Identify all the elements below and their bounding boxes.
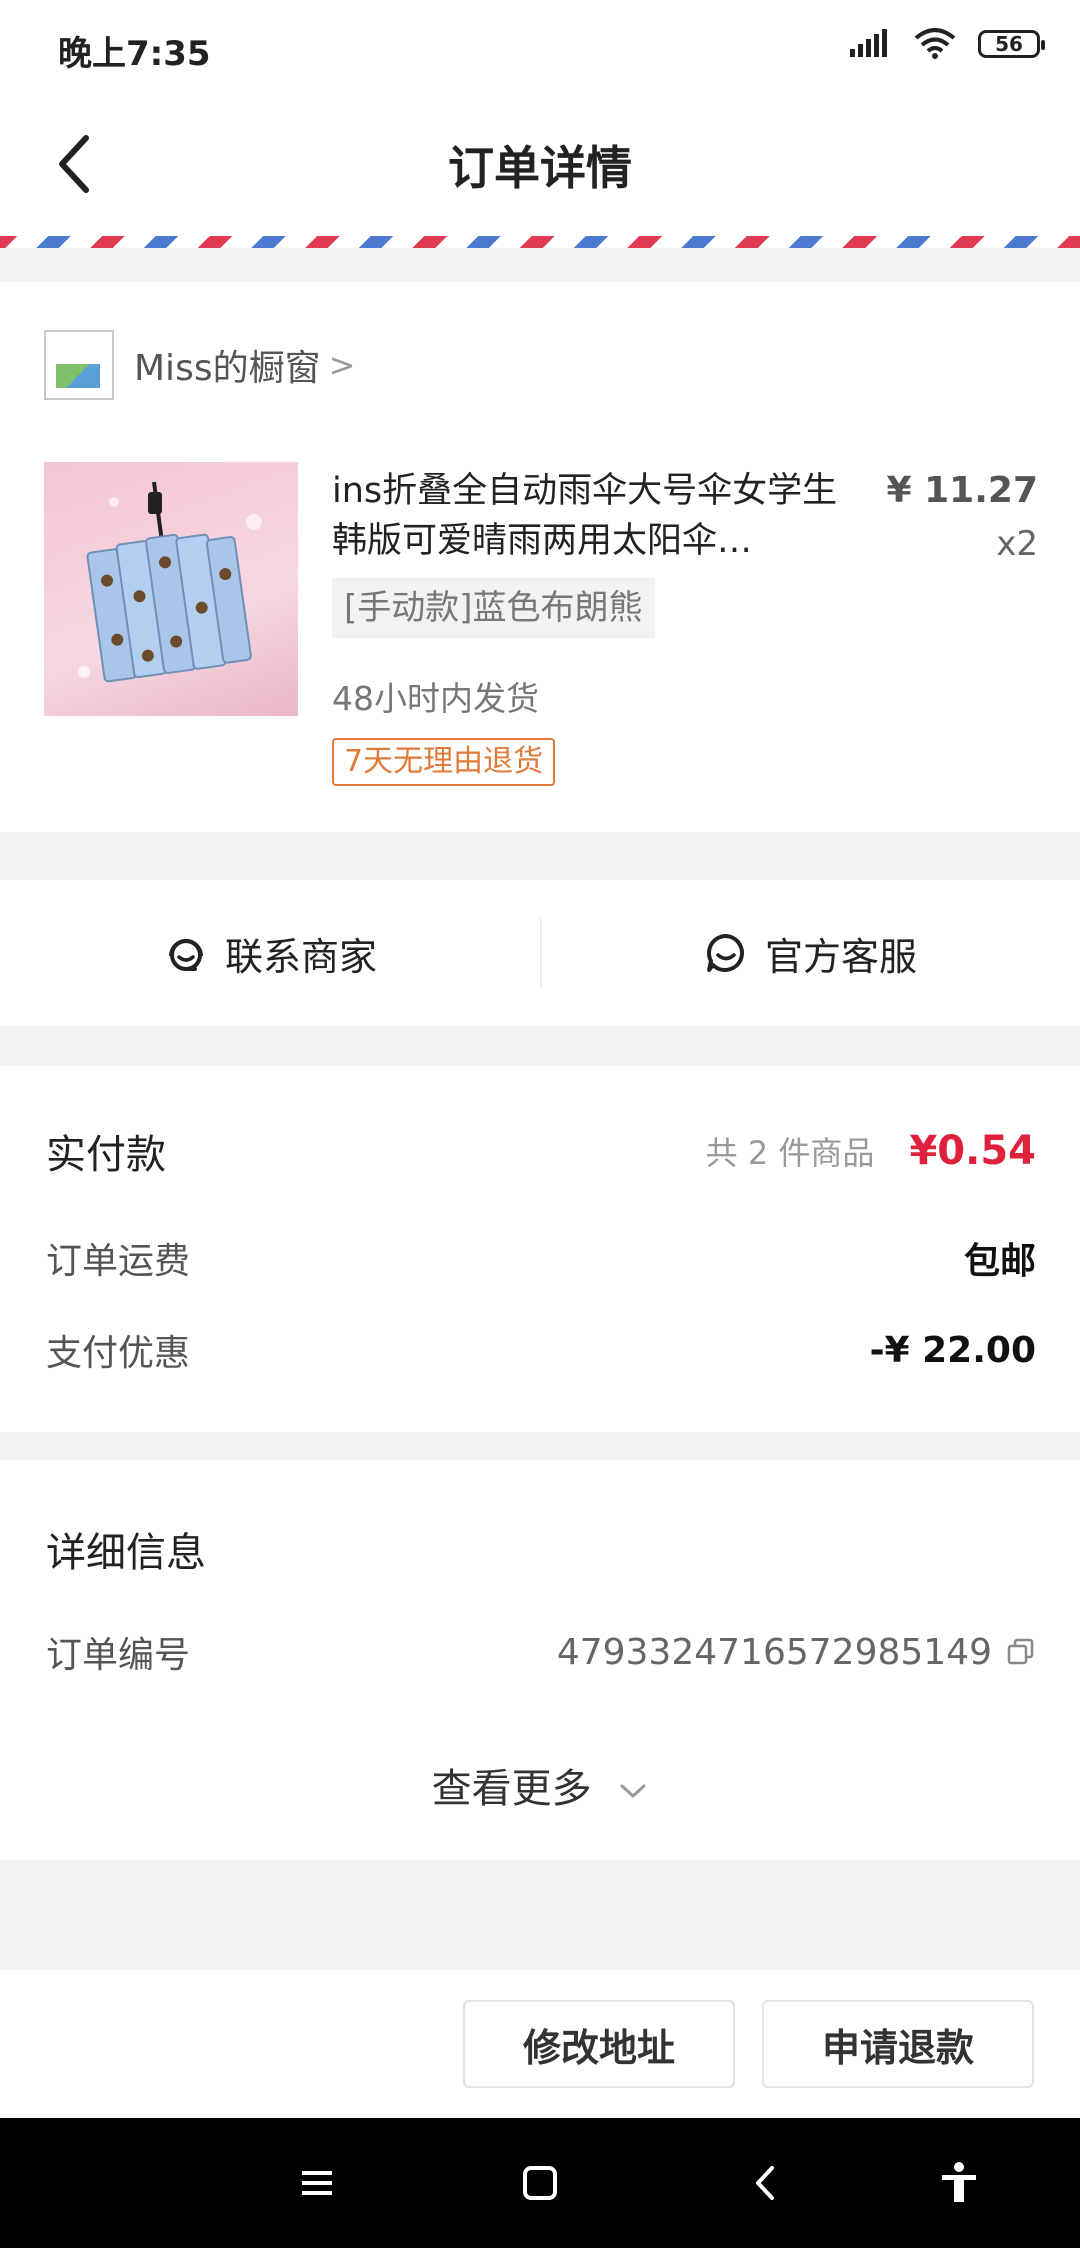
detail-title: 详细信息 (46, 1530, 206, 1576)
back-icon[interactable] (740, 2158, 790, 2208)
home-icon[interactable] (515, 2158, 565, 2208)
menu-icon[interactable] (292, 2158, 342, 2208)
view-more-button[interactable]: 查看更多 (0, 1756, 1080, 1814)
return-policy-badge: 7天无理由退货 (332, 738, 556, 786)
bottom-action-bar: 修改地址 申请退款 (0, 1970, 1080, 2118)
modify-address-button[interactable]: 修改地址 (463, 2000, 735, 2088)
discount-value: -¥ 22.00 (869, 1329, 1036, 1371)
product-quantity: x2 (996, 524, 1038, 564)
copy-icon[interactable] (1006, 1637, 1036, 1667)
official-service-button[interactable]: 官方客服 (540, 880, 1080, 1026)
shop-avatar (44, 330, 114, 400)
order-number-label: 订单编号 (46, 1635, 191, 1676)
header-bar: 订单详情 (0, 96, 1080, 236)
discount-row: 支付优惠 -¥ 22.00 (46, 1324, 1036, 1376)
refund-button[interactable]: 申请退款 (762, 2000, 1034, 2088)
item-count: 共 2 件商品 (705, 1134, 875, 1172)
umbrella-illustration (78, 481, 262, 683)
headset-icon (168, 939, 203, 971)
detail-card: 详细信息 订单编号 4793324716572985149 查看更多 (0, 1460, 1080, 1860)
system-nav-bar (0, 2118, 1080, 2248)
paid-amount: ¥0.54 (909, 1128, 1036, 1174)
contact-merchant-button[interactable]: 联系商家 (0, 880, 540, 1026)
signal-icon (850, 29, 887, 57)
discount-label: 支付优惠 (46, 1333, 191, 1374)
shop-link[interactable]: Miss的橱窗 > (44, 330, 355, 400)
payment-card: 实付款 共 2 件商品 ¥0.54 订单运费 包邮 支付优惠 -¥ 22.00 (0, 1066, 1080, 1432)
paid-summary: 共 2 件商品 ¥0.54 (706, 1128, 1036, 1174)
page-title: 订单详情 (448, 141, 632, 195)
shipping-value: 包邮 (963, 1241, 1036, 1282)
product-variant: [手动款]蓝色布朗熊 (332, 578, 655, 638)
official-service-label: 官方客服 (764, 934, 917, 979)
shipping-note: 48小时内发货 (332, 679, 539, 718)
product-image[interactable] (44, 462, 298, 716)
product-title[interactable]: ins折叠全自动雨伞大号伞女学生韩版可爱晴雨两用太阳伞… (332, 466, 852, 566)
order-number[interactable]: 4793324716572985149 (557, 1632, 1036, 1673)
shipping-row: 订单运费 包邮 (46, 1232, 1036, 1284)
chevron-right-icon: > (328, 346, 356, 384)
order-number-row: 订单编号 4793324716572985149 (46, 1626, 1036, 1678)
battery-icon: 56 (978, 30, 1045, 58)
contact-card: 联系商家 官方客服 (0, 880, 1080, 1026)
airmail-divider (0, 236, 1080, 248)
accessibility-icon[interactable] (934, 2158, 984, 2208)
wifi-icon (914, 28, 956, 59)
contact-merchant-label: 联系商家 (224, 934, 377, 979)
order-number-value: 4793324716572985149 (556, 1631, 992, 1673)
battery-level: 56 (995, 32, 1023, 56)
chat-smile-icon (706, 934, 744, 972)
shop-name: Miss的橱窗 (134, 348, 321, 389)
paid-row: 实付款 共 2 件商品 ¥0.54 (46, 1122, 1036, 1180)
status-icons: 56 (848, 28, 1045, 60)
paid-label: 实付款 (46, 1132, 166, 1178)
status-time: 晚上7:35 (58, 34, 211, 74)
product-price: ¥ 11.27 (886, 470, 1038, 511)
shipping-label: 订单运费 (46, 1241, 191, 1282)
chevron-down-icon (620, 1784, 646, 1799)
status-bar: 晚上7:35 56 (0, 0, 1080, 96)
view-more-label: 查看更多 (431, 1766, 592, 1812)
